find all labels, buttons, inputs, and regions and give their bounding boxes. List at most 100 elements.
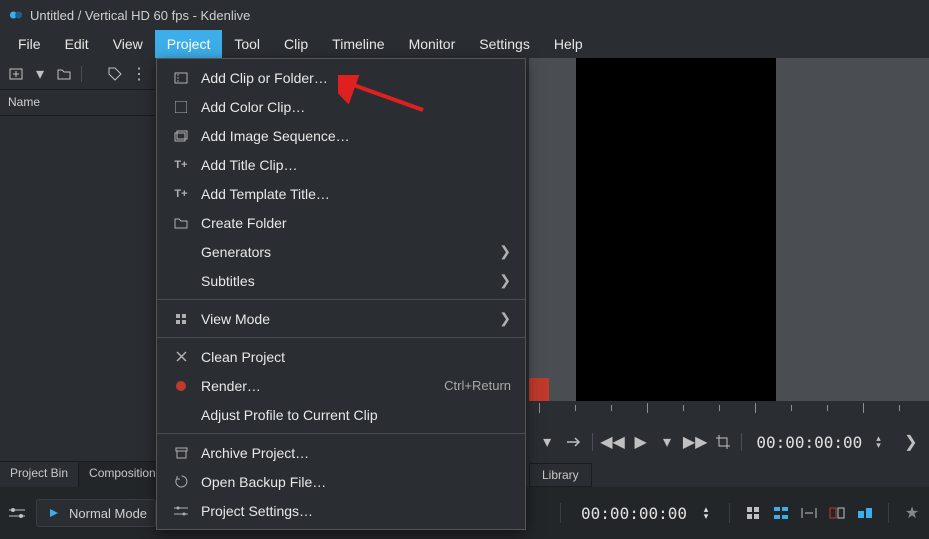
menu-tool[interactable]: Tool [222,30,272,58]
menu-file[interactable]: File [6,30,53,58]
submenu-arrow-icon: ❯ [499,243,511,260]
menu-timeline[interactable]: Timeline [320,30,396,58]
monitor-timecode[interactable]: 00:00:00:00 [756,433,862,452]
separator [741,433,742,451]
edit-mode-label: Normal Mode [69,506,147,521]
view-mode-icon [171,313,191,325]
menu-item-label: Clean Project [201,349,511,365]
submenu-arrow-icon: ❯ [499,310,511,327]
folder-plus-icon [171,217,191,229]
menu-subtitles[interactable]: Subtitles ❯ [157,266,525,295]
menu-adjust-profile[interactable]: Adjust Profile to Current Clip [157,400,525,429]
separator [888,503,889,523]
chevron-down-icon[interactable]: ▾ [30,64,50,84]
bin-header: Name [0,90,155,116]
separator [729,503,730,523]
menu-item-label: Subtitles [201,273,499,289]
in-point-marker[interactable] [529,378,549,401]
menu-item-label: Project Settings… [201,503,511,519]
menu-add-clip-or-folder[interactable]: Add Clip or Folder… [157,63,525,92]
color-icon [171,101,191,113]
bin-toolbar: ▾ ⋮ [0,58,155,90]
forward-icon[interactable]: ▶▶ [683,430,707,454]
menu-add-title-clip[interactable]: T+ Add Title Clip… [157,150,525,179]
menu-settings[interactable]: Settings [467,30,542,58]
separator [592,433,593,451]
settings-icon [171,506,191,516]
menu-add-template-title[interactable]: T+ Add Template Title… [157,179,525,208]
separator [560,503,561,523]
monitor-panel: ▾ ◀◀ ▶ ▾ ▶▶ 00:00:00:00 ▴▾ ❯ Library [529,58,929,461]
menu-separator [157,299,525,300]
menu-item-label: Render… [201,378,444,394]
favorite-icon[interactable]: ★ [903,504,921,522]
zoom-fit-icon[interactable] [800,504,818,522]
monitor-video[interactable] [576,58,776,401]
insert-zone-icon[interactable] [563,430,583,454]
track-tool-icon[interactable] [772,504,790,522]
add-clip-icon[interactable] [6,64,26,84]
menu-item-label: Add Image Sequence… [201,128,511,144]
record-icon [171,380,191,392]
menu-item-label: Add Template Title… [201,186,511,202]
monitor-dropdown-icon[interactable]: ▾ [537,430,557,454]
menu-project[interactable]: Project [155,30,223,58]
menu-clip[interactable]: Clip [272,30,320,58]
timecode-stepper-icon[interactable]: ▴▾ [697,504,715,522]
menu-item-label: Add Clip or Folder… [201,70,511,86]
menu-separator [157,433,525,434]
menu-create-folder[interactable]: Create Folder [157,208,525,237]
menu-item-label: View Mode [201,311,499,327]
monitor-toolbar: ▾ ◀◀ ▶ ▾ ▶▶ 00:00:00:00 ▴▾ ❯ [529,421,929,463]
more-icon[interactable]: ⋮ [129,64,149,84]
tab-library[interactable]: Library [529,463,592,487]
menu-generators[interactable]: Generators ❯ [157,237,525,266]
title-icon: T+ [171,159,191,171]
menubar: File Edit View Project Tool Clip Timelin… [0,30,929,58]
play-dropdown-icon[interactable]: ▾ [657,430,677,454]
menu-help[interactable]: Help [542,30,595,58]
menu-item-label: Generators [201,244,499,260]
menu-open-backup[interactable]: Open Backup File… [157,467,525,496]
clean-icon [171,350,191,363]
menu-item-label: Add Title Clip… [201,157,511,173]
chevron-right-icon[interactable]: ❯ [901,430,921,454]
menu-archive-project[interactable]: Archive Project… [157,438,525,467]
project-menu-dropdown: Add Clip or Folder… Add Color Clip… Add … [156,58,526,530]
monitor-ruler[interactable] [529,401,929,421]
titlebar: Untitled / Vertical HD 60 fps - Kdenlive [0,0,929,30]
menu-render[interactable]: Render… Ctrl+Return [157,371,525,400]
menu-item-label: Add Color Clip… [201,99,511,115]
tab-project-bin[interactable]: Project Bin [0,461,79,487]
menu-monitor[interactable]: Monitor [397,30,468,58]
waveform-icon[interactable] [856,504,874,522]
normal-mode-icon [45,504,63,522]
crop-icon[interactable] [713,430,733,454]
menu-view[interactable]: View [101,30,155,58]
split-view-icon[interactable] [828,504,846,522]
rewind-icon[interactable]: ◀◀ [601,430,625,454]
window-title: Untitled / Vertical HD 60 fps - Kdenlive [30,8,250,23]
bottom-tabs: Project Bin Compositions [0,461,173,487]
timecode-stepper-icon[interactable]: ▴▾ [868,430,888,454]
folder-add-icon[interactable] [54,64,74,84]
settings-toggle-icon[interactable] [8,504,26,522]
menu-view-mode[interactable]: View Mode ❯ [157,304,525,333]
menu-add-color-clip[interactable]: Add Color Clip… [157,92,525,121]
menu-shortcut: Ctrl+Return [444,378,511,393]
bin-col-name[interactable]: Name [0,90,155,115]
menu-clean-project[interactable]: Clean Project [157,342,525,371]
app-icon [8,7,24,23]
menu-separator [157,337,525,338]
menu-add-image-sequence[interactable]: Add Image Sequence… [157,121,525,150]
menu-edit[interactable]: Edit [53,30,101,58]
tag-icon[interactable] [105,64,125,84]
menu-project-settings[interactable]: Project Settings… [157,496,525,525]
submenu-arrow-icon: ❯ [499,272,511,289]
edit-mode-selector[interactable]: Normal Mode [36,499,156,527]
menu-item-label: Open Backup File… [201,474,511,490]
grid-icon[interactable] [744,504,762,522]
play-icon[interactable]: ▶ [631,430,651,454]
film-icon [171,72,191,84]
timeline-timecode[interactable]: 00:00:00:00 [581,504,687,523]
